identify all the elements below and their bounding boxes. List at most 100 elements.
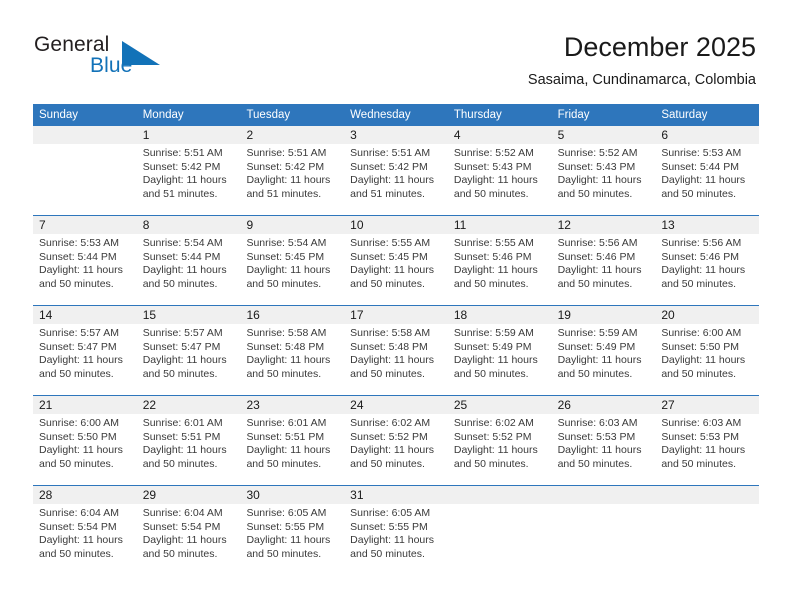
- daylight-text: Daylight: 11 hours and 50 minutes.: [350, 444, 435, 470]
- day-cell[interactable]: Sunrise: 5:54 AM Sunset: 5:45 PM Daylight:…: [240, 234, 344, 305]
- day-number[interactable]: 16: [240, 306, 344, 324]
- weekday-header-row: Sunday Monday Tuesday Wednesday Thursday Frid…: [33, 104, 759, 126]
- day-cell[interactable]: Sunrise: 6:01 AM Sunset: 5:51 PM Daylight:…: [137, 414, 241, 485]
- day-cell[interactable]: Sunrise: 6:02 AM Sunset: 5:52 PM Daylight:…: [448, 414, 552, 485]
- sunset-text: Sunset: 5:49 PM: [557, 340, 636, 353]
- weekday-header-wednesday: Wednesday: [350, 109, 411, 121]
- day-number-band: 7 8 9 10 11 12 13: [33, 216, 759, 234]
- day-cell[interactable]: Sunrise: 5:54 AM Sunset: 5:44 PM Daylight:…: [137, 234, 241, 305]
- sunrise-text: Sunrise: 6:03 AM: [661, 417, 742, 429]
- day-cell[interactable]: Sunrise: 5:51 AM Sunset: 5:42 PM Daylight:…: [344, 144, 448, 215]
- day-number[interactable]: 15: [137, 306, 241, 324]
- day-number[interactable]: 21: [33, 396, 137, 414]
- day-number[interactable]: 22: [137, 396, 241, 414]
- day-number[interactable]: 28: [33, 486, 137, 504]
- day-cell[interactable]: Sunrise: 6:05 AM Sunset: 5:55 PM Daylight:…: [240, 504, 344, 575]
- sunset-text: Sunset: 5:43 PM: [453, 160, 532, 173]
- day-cell[interactable]: Sunrise: 5:58 AM Sunset: 5:48 PM Daylight:…: [344, 324, 448, 395]
- calendar-week-row: 28 29 30 31 Sunrise: 6:04 AM Sunset: 5:54 PM D…: [33, 485, 759, 575]
- sunrise-text: Sunrise: 5:55 AM: [350, 237, 431, 249]
- day-number[interactable]: 2: [240, 126, 344, 144]
- day-number[interactable]: 11: [448, 216, 552, 234]
- day-cell[interactable]: Sunrise: 5:51 AM Sunset: 5:42 PM Daylight:…: [240, 144, 344, 215]
- sunset-text: Sunset: 5:48 PM: [246, 340, 325, 353]
- sunset-text: Sunset: 5:51 PM: [142, 430, 221, 443]
- day-number[interactable]: 18: [448, 306, 552, 324]
- daylight-text: Daylight: 11 hours and 50 minutes.: [350, 264, 435, 290]
- day-number[interactable]: 25: [448, 396, 552, 414]
- daylight-text: Daylight: 11 hours and 50 minutes.: [661, 354, 746, 380]
- sunrise-text: Sunrise: 5:57 AM: [142, 327, 223, 339]
- sunrise-text: Sunrise: 6:01 AM: [142, 417, 223, 429]
- daylight-text: Daylight: 11 hours and 50 minutes.: [661, 174, 746, 200]
- day-number[interactable]: 19: [552, 306, 656, 324]
- day-number[interactable]: 1: [137, 126, 241, 144]
- day-number[interactable]: 7: [33, 216, 137, 234]
- sunset-text: Sunset: 5:44 PM: [661, 160, 739, 173]
- daylight-text: Daylight: 11 hours and 51 minutes.: [350, 174, 435, 200]
- weekday-header-monday: Monday: [142, 109, 184, 121]
- daylight-text: Daylight: 11 hours and 50 minutes.: [142, 354, 227, 380]
- page-subtitle-location: Sasaima, Cundinamarca, Colombia: [527, 72, 756, 88]
- day-number[interactable]: 10: [344, 216, 448, 234]
- day-number[interactable]: 17: [344, 306, 448, 324]
- general-blue-logo[interactable]: General Blue: [34, 33, 214, 83]
- day-cell[interactable]: Sunrise: 6:02 AM Sunset: 5:52 PM Daylight:…: [344, 414, 448, 485]
- day-cell[interactable]: Sunrise: 5:55 AM Sunset: 5:46 PM Daylight:…: [448, 234, 552, 305]
- sunrise-text: Sunrise: 6:02 AM: [453, 417, 534, 429]
- day-cell[interactable]: Sunrise: 5:56 AM Sunset: 5:46 PM Daylight:…: [552, 234, 656, 305]
- sunset-text: Sunset: 5:45 PM: [350, 250, 428, 263]
- sunset-text: Sunset: 5:42 PM: [350, 160, 428, 173]
- day-cell[interactable]: Sunrise: 5:52 AM Sunset: 5:43 PM Daylight:…: [448, 144, 552, 215]
- sunset-text: Sunset: 5:52 PM: [453, 430, 532, 443]
- day-number[interactable]: 27: [655, 396, 759, 414]
- day-cell[interactable]: Sunrise: 6:03 AM Sunset: 5:53 PM Daylight:…: [655, 414, 759, 485]
- day-cell[interactable]: Sunrise: 6:00 AM Sunset: 5:50 PM Daylight:…: [33, 414, 137, 485]
- day-cell[interactable]: Sunrise: 6:00 AM Sunset: 5:50 PM Daylight:…: [655, 324, 759, 395]
- day-cell[interactable]: Sunrise: 5:57 AM Sunset: 5:47 PM Daylight:…: [33, 324, 137, 395]
- day-cell[interactable]: Sunrise: 6:01 AM Sunset: 5:51 PM Daylight:…: [240, 414, 344, 485]
- day-cell[interactable]: Sunrise: 5:55 AM Sunset: 5:45 PM Daylight:…: [344, 234, 448, 305]
- weekday-header-thursday: Thursday: [453, 109, 502, 121]
- day-number[interactable]: 3: [344, 126, 448, 144]
- day-cell[interactable]: Sunrise: 5:58 AM Sunset: 5:48 PM Daylight:…: [240, 324, 344, 395]
- sunset-text: Sunset: 5:44 PM: [39, 250, 117, 263]
- day-number[interactable]: 5: [552, 126, 656, 144]
- day-cell[interactable]: Sunrise: 5:59 AM Sunset: 5:49 PM Daylight:…: [448, 324, 552, 395]
- day-number[interactable]: 8: [137, 216, 241, 234]
- day-number[interactable]: 6: [655, 126, 759, 144]
- sunset-text: Sunset: 5:45 PM: [246, 250, 325, 263]
- day-cell[interactable]: Sunrise: 5:53 AM Sunset: 5:44 PM Daylight:…: [655, 144, 759, 215]
- day-number[interactable]: 14: [33, 306, 137, 324]
- weekday-header-friday: Friday: [557, 109, 590, 121]
- day-number[interactable]: 26: [552, 396, 656, 414]
- day-number[interactable]: 9: [240, 216, 344, 234]
- sunrise-text: Sunrise: 5:59 AM: [453, 327, 534, 339]
- day-cell[interactable]: Sunrise: 5:59 AM Sunset: 5:49 PM Daylight:…: [552, 324, 656, 395]
- day-cell[interactable]: Sunrise: 5:51 AM Sunset: 5:42 PM Daylight:…: [137, 144, 241, 215]
- day-number[interactable]: 24: [344, 396, 448, 414]
- day-cell[interactable]: Sunrise: 5:56 AM Sunset: 5:46 PM Daylight:…: [655, 234, 759, 305]
- day-cell[interactable]: Sunrise: 6:03 AM Sunset: 5:53 PM Daylight:…: [552, 414, 656, 485]
- day-cell[interactable]: Sunrise: 5:52 AM Sunset: 5:43 PM Daylight:…: [552, 144, 656, 215]
- sunset-text: Sunset: 5:54 PM: [142, 520, 221, 533]
- day-number[interactable]: 31: [344, 486, 448, 504]
- day-cell[interactable]: Sunrise: 5:57 AM Sunset: 5:47 PM Daylight:…: [137, 324, 241, 395]
- day-number[interactable]: 12: [552, 216, 656, 234]
- day-number[interactable]: 29: [137, 486, 241, 504]
- sunset-text: Sunset: 5:49 PM: [453, 340, 532, 353]
- daylight-text: Daylight: 11 hours and 50 minutes.: [39, 444, 123, 470]
- day-number[interactable]: 20: [655, 306, 759, 324]
- sunset-text: Sunset: 5:46 PM: [661, 250, 739, 263]
- sunset-text: Sunset: 5:47 PM: [39, 340, 117, 353]
- day-number[interactable]: 13: [655, 216, 759, 234]
- day-cell[interactable]: Sunrise: 6:04 AM Sunset: 5:54 PM Daylight:…: [137, 504, 241, 575]
- daylight-text: Daylight: 11 hours and 50 minutes.: [557, 174, 642, 200]
- day-detail-band: Sunrise: 5:51 AM Sunset: 5:42 PM Daylight:…: [33, 144, 759, 215]
- day-number[interactable]: 23: [240, 396, 344, 414]
- day-cell[interactable]: Sunrise: 5:53 AM Sunset: 5:44 PM Daylight:…: [33, 234, 137, 305]
- day-cell[interactable]: Sunrise: 6:05 AM Sunset: 5:55 PM Daylight:…: [344, 504, 448, 575]
- day-cell[interactable]: Sunrise: 6:04 AM Sunset: 5:54 PM Daylight:…: [33, 504, 137, 575]
- day-number[interactable]: 30: [240, 486, 344, 504]
- day-number[interactable]: 4: [448, 126, 552, 144]
